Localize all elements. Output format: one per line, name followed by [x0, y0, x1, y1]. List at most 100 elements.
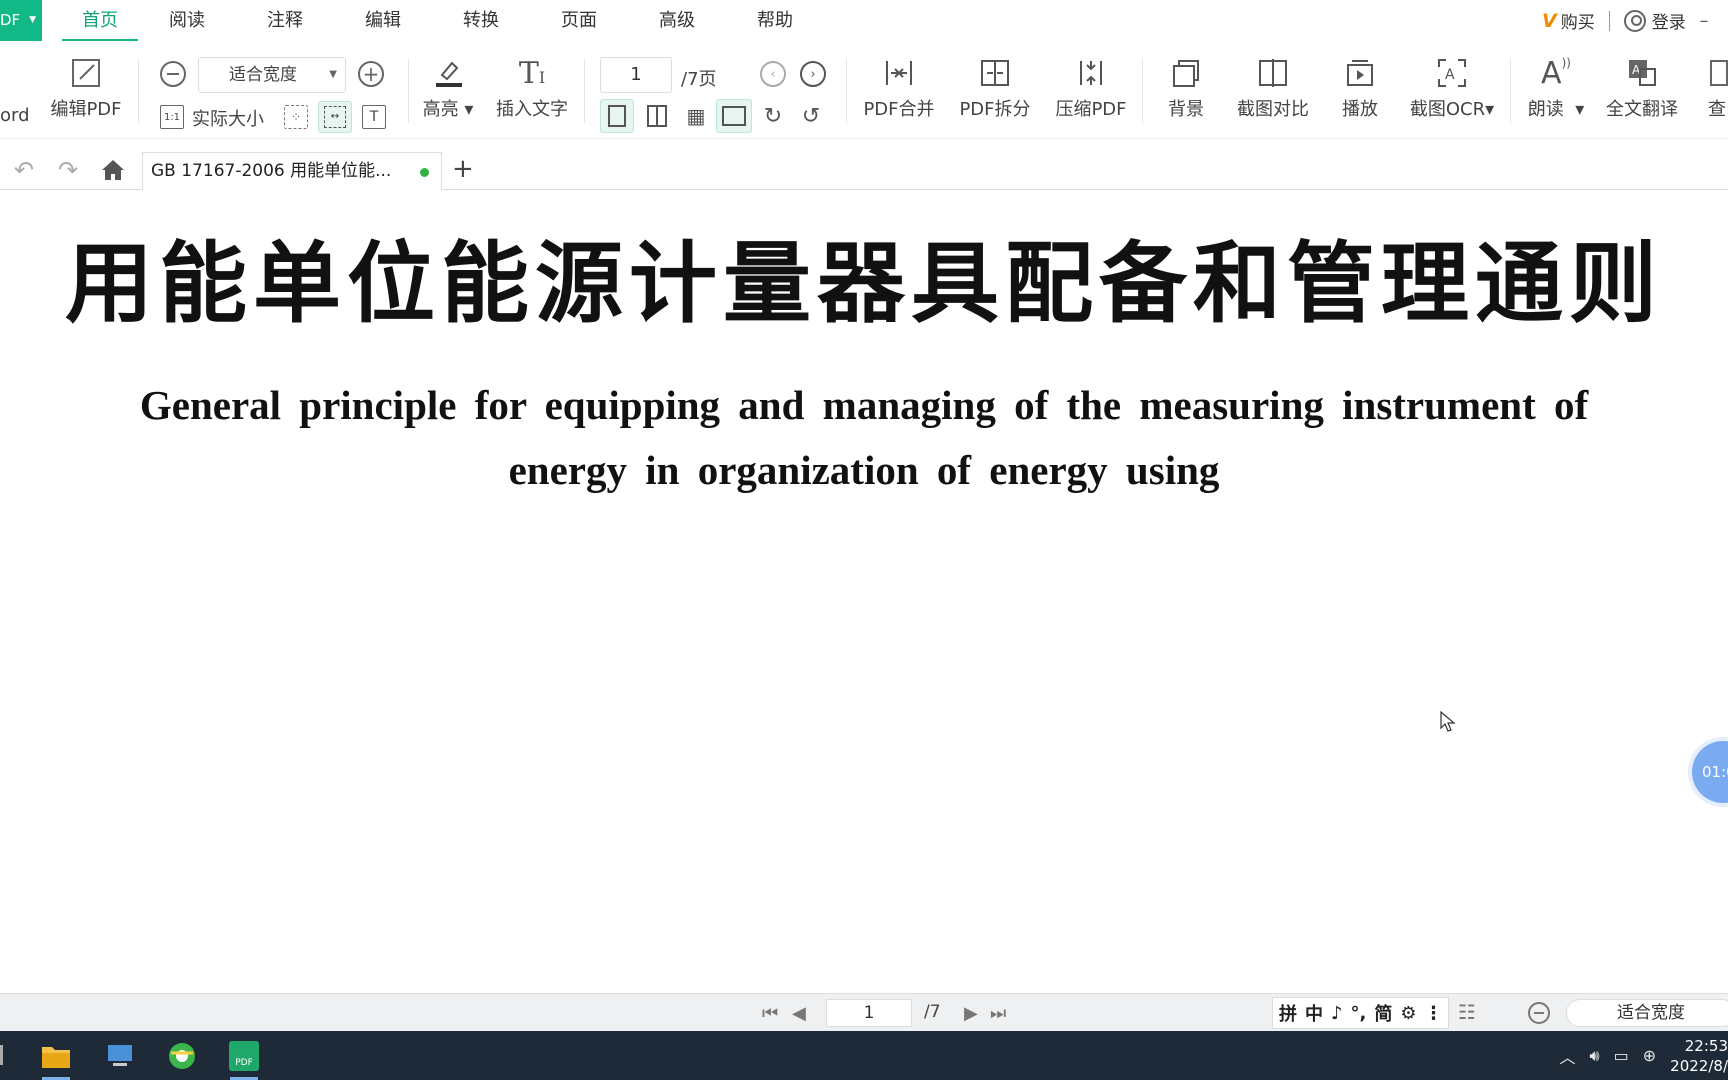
clock[interactable]: 22:53 2022/8/ [1670, 1036, 1728, 1076]
single-page-icon[interactable] [600, 99, 634, 133]
status-bar: ⏮ ◀ 1 /7 ▶ ⏭ 拼 中 ♪ °, 简 ⚙ ⋮ ☷ 适合宽度 [0, 993, 1728, 1031]
rotate-clockwise-icon[interactable]: ↻ [760, 103, 786, 129]
pdf-app-icon[interactable]: PDF [224, 1037, 264, 1080]
file-explorer-icon[interactable] [36, 1037, 76, 1080]
compress-pdf-button[interactable]: 压缩PDF [1050, 41, 1132, 139]
tab-annotate[interactable]: 注释 [248, 0, 322, 41]
insert-text-label: 插入文字 [496, 99, 568, 120]
fit-width-icon[interactable]: ↔ [318, 101, 352, 133]
document-tab-title: GB 17167-2006 用能单位能... [151, 161, 392, 181]
user-icon [1623, 9, 1646, 32]
chevron-up-icon[interactable]: ︿ [1560, 1044, 1576, 1068]
actual-size-label[interactable]: 实际大小 [192, 105, 264, 131]
tab-read[interactable]: 阅读 [150, 0, 224, 41]
zoom-out-icon[interactable] [160, 61, 186, 87]
ime-settings-icon[interactable]: ⚙ [1400, 1003, 1416, 1024]
document-tab-row: ↶ ↷ GB 17167-2006 用能单位能... + [0, 150, 1728, 190]
rotate-counterclockwise-icon[interactable]: ↺ [798, 103, 824, 129]
account-area: V 购买 登录 – [1542, 0, 1708, 41]
app-badge-label: DF [0, 11, 21, 29]
tab-home[interactable]: 首页 [62, 0, 138, 41]
battery-icon[interactable]: ▭ [1614, 1046, 1629, 1065]
ime-punctuation-icon[interactable]: °, [1351, 1003, 1367, 1024]
highlight-button[interactable]: 高亮 ▾ [420, 41, 476, 139]
zoom-out-icon[interactable] [1528, 1002, 1550, 1024]
pdf-split-button[interactable]: PDF拆分 [954, 41, 1036, 139]
actual-size-icon[interactable]: 1:1 [160, 105, 184, 129]
undo-icon[interactable]: ↶ [10, 156, 38, 184]
play-button[interactable]: 播放 [1328, 41, 1392, 139]
edit-pdf-button[interactable]: 编辑PDF [48, 41, 124, 139]
full-translate-button[interactable]: A 全文翻译 [1604, 41, 1680, 139]
insert-text-button[interactable]: TI 插入文字 [494, 41, 570, 139]
redo-icon[interactable]: ↷ [54, 156, 82, 184]
computer-icon[interactable] [100, 1037, 140, 1075]
tab-edit[interactable]: 编辑 [346, 0, 420, 41]
ime-chinese-icon[interactable]: 中 [1305, 1000, 1323, 1026]
tab-page[interactable]: 页面 [542, 0, 616, 41]
start-edge[interactable] [0, 1045, 3, 1065]
background-button[interactable]: 背景 [1154, 41, 1218, 139]
prev-page-icon[interactable]: ◀ [792, 1003, 806, 1024]
zoom-select[interactable]: 适合宽度 ▼ [198, 57, 346, 93]
last-page-icon[interactable]: ⏭ [990, 1003, 1006, 1024]
page-number-input[interactable]: 1 [600, 57, 672, 93]
ime-simplified-icon[interactable]: 简 [1374, 1000, 1392, 1026]
document-tab[interactable]: GB 17167-2006 用能单位能... [142, 152, 442, 190]
document-view[interactable]: 用能单位能源计量器具配备和管理通则 General principle for … [0, 191, 1728, 993]
next-page-icon[interactable]: › [800, 61, 826, 87]
merge-icon [879, 55, 919, 91]
two-page-icon[interactable] [644, 103, 670, 129]
next-page-icon[interactable]: ▶ [964, 1003, 978, 1024]
translate-icon: A [1622, 55, 1662, 91]
tab-help[interactable]: 帮助 [738, 0, 812, 41]
mouse-cursor-icon [1440, 711, 1456, 732]
search-tool-button[interactable]: 查 [1700, 41, 1728, 139]
buy-button[interactable]: 购买 [1561, 8, 1595, 33]
status-zoom-select[interactable]: 适合宽度 [1566, 999, 1728, 1027]
taskbar: PDF ︿ 🔊︎ ▭ ⊕ 22:53 2022/8/ [0, 1031, 1728, 1080]
cut-tool-label[interactable]: ord [0, 105, 30, 126]
home-icon[interactable] [98, 156, 128, 184]
zoom-select-value: 适合宽度 [229, 65, 297, 85]
text-select-icon[interactable]: T [362, 105, 386, 129]
status-page-input[interactable]: 1 [826, 999, 912, 1027]
search-tool-label: 查 [1708, 99, 1726, 120]
ime-moon-icon[interactable]: ♪ [1331, 1003, 1343, 1024]
compress-icon [1071, 55, 1111, 91]
recording-timer[interactable]: 01:0 [1692, 741, 1728, 803]
vip-icon: V [1542, 9, 1557, 32]
login-button[interactable]: 登录 [1652, 8, 1686, 33]
ime-more-icon[interactable]: ⋮ [1424, 1003, 1442, 1024]
screenshot-ocr-button[interactable]: A 截图OCR▾ [1406, 41, 1498, 139]
edit-pdf-label: 编辑PDF [50, 99, 122, 120]
continuous-scroll-icon[interactable] [716, 99, 752, 133]
globe-icon[interactable]: ⊕ [1643, 1046, 1656, 1065]
grid-view-icon[interactable]: ▦ [682, 103, 710, 129]
divider [408, 59, 409, 123]
pdf-merge-button[interactable]: PDF合并 [858, 41, 940, 139]
minimize-icon[interactable]: – [1700, 11, 1709, 31]
first-page-icon[interactable]: ⏮ [762, 1003, 778, 1024]
divider [846, 59, 847, 123]
read-aloud-button[interactable]: A)) 朗读 ▾ [1520, 41, 1592, 139]
highlight-label: 高亮 ▾ [422, 99, 474, 120]
play-icon [1340, 55, 1380, 91]
clock-time: 22:53 [1684, 1036, 1728, 1055]
app-menu-button[interactable]: DF ▼ [0, 0, 42, 41]
view-mode-icon[interactable]: ☷ [1458, 1000, 1476, 1024]
screenshot-compare-button[interactable]: 截图对比 [1232, 41, 1314, 139]
divider [1608, 10, 1610, 31]
tab-advanced[interactable]: 高级 [640, 0, 714, 41]
ime-pinyin-icon[interactable]: 拼 [1279, 1000, 1297, 1026]
document-title-en-line2: energy in organization of energy using [508, 447, 1220, 493]
search-doc-icon [1700, 55, 1728, 91]
prev-page-icon[interactable]: ‹ [760, 61, 786, 87]
ime-toolbar[interactable]: 拼 中 ♪ °, 简 ⚙ ⋮ [1272, 997, 1450, 1029]
volume-icon[interactable]: 🔊︎ [1590, 1046, 1600, 1066]
browser-icon[interactable] [162, 1037, 202, 1075]
zoom-in-icon[interactable]: + [358, 61, 384, 87]
new-tab-icon[interactable]: + [452, 154, 474, 184]
tab-convert[interactable]: 转换 [444, 0, 518, 41]
fit-page-icon[interactable]: ⁘ [284, 105, 308, 129]
